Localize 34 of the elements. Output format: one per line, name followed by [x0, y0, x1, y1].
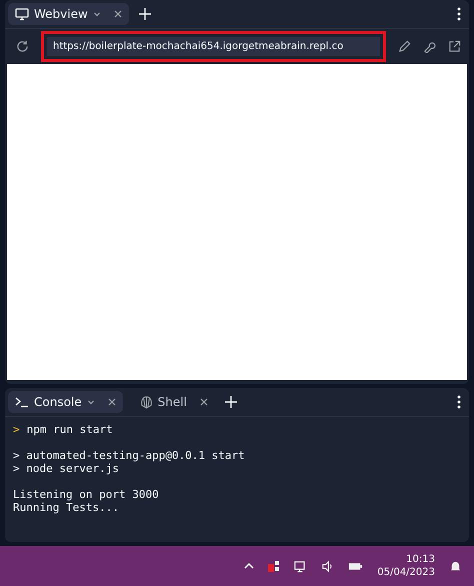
terminal-icon	[15, 396, 29, 408]
clock-time[interactable]: 10:13	[406, 553, 435, 566]
notification-icon[interactable]	[449, 560, 462, 572]
close-icon[interactable]	[108, 398, 116, 406]
reload-icon[interactable]	[16, 40, 29, 53]
pencil-icon[interactable]	[398, 40, 411, 53]
chevron-icon[interactable]	[92, 10, 101, 18]
close-icon[interactable]	[114, 10, 122, 18]
external-link-icon[interactable]	[448, 40, 461, 53]
prompt-marker: >	[13, 423, 20, 436]
console-line: Running Tests...	[13, 501, 119, 514]
battery-icon[interactable]	[348, 560, 364, 572]
url-field[interactable]: https://boilerplate-mochachai654.igorgetmeabrain.repl.co	[47, 37, 380, 56]
app-tray-icon[interactable]	[268, 560, 280, 572]
more-icon[interactable]	[457, 395, 461, 409]
shell-icon	[140, 396, 153, 408]
console-line: > node server.js	[13, 462, 119, 475]
console-tab[interactable]: Shell	[132, 391, 215, 413]
clock-date[interactable]: 05/04/2023	[377, 566, 435, 579]
console-line: > automated-testing-app@0.0.1 start	[13, 449, 245, 462]
console-tab[interactable]: Console	[8, 391, 123, 413]
more-icon[interactable]	[457, 7, 461, 21]
monitor-icon	[15, 7, 29, 21]
add-tab-icon[interactable]	[138, 8, 151, 20]
console-line: Listening on port 3000	[13, 488, 159, 501]
speaker-icon[interactable]	[321, 560, 334, 572]
wrench-icon[interactable]	[423, 40, 436, 53]
webview-tab[interactable]: Webview	[8, 3, 129, 25]
chevron-up-icon[interactable]	[244, 563, 254, 569]
chevron-icon[interactable]	[86, 398, 95, 406]
close-icon[interactable]	[200, 398, 208, 406]
add-tab-icon[interactable]	[224, 396, 237, 408]
network-icon[interactable]	[294, 560, 308, 572]
console-line: npm run start	[26, 423, 113, 436]
